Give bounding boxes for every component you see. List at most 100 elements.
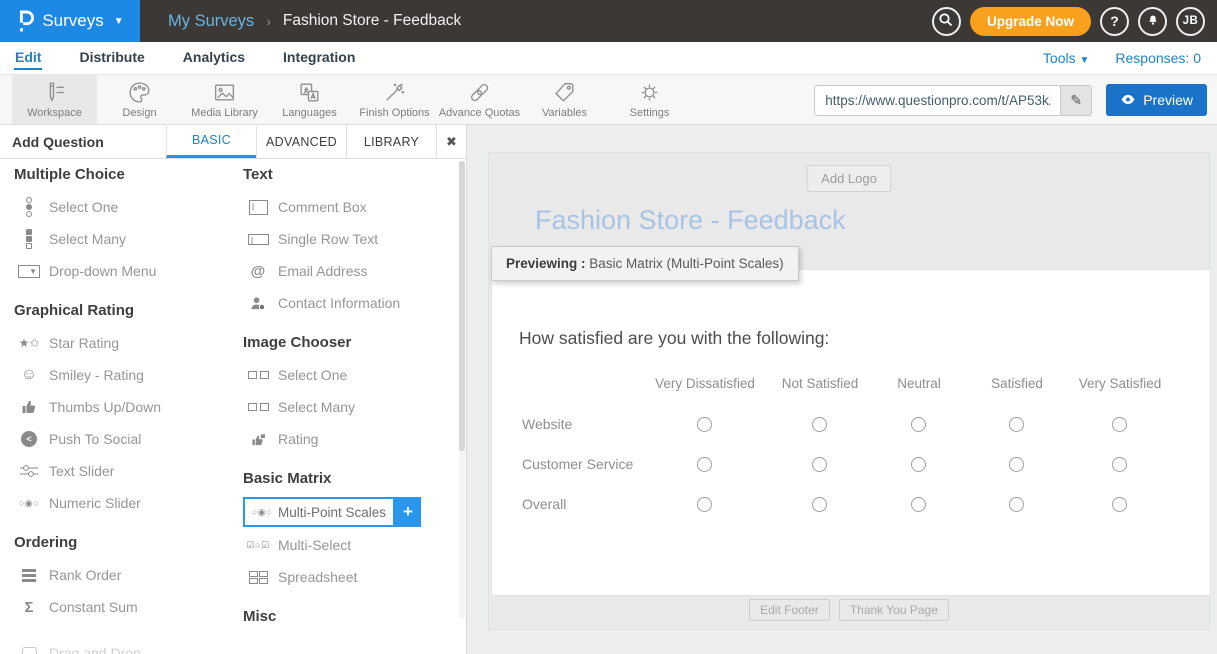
panel-tab-basic[interactable]: BASIC xyxy=(166,125,256,158)
question-type-star-rating[interactable]: ★✩Star Rating xyxy=(14,327,229,359)
matrix-radio-customer-service-neutral[interactable] xyxy=(911,457,926,472)
survey-nav: Edit Distribute Analytics Integration Tools… xyxy=(0,42,1217,75)
question-type-select-one[interactable]: Select One xyxy=(243,359,458,391)
notifications-button[interactable] xyxy=(1138,7,1167,36)
question-type-push-to-social[interactable]: <Push To Social xyxy=(14,423,229,455)
question-type-label: Multi-Select xyxy=(278,537,351,553)
matrix-radio-customer-service-very-dissatisfied[interactable] xyxy=(697,457,712,472)
close-panel-button[interactable]: ✖ xyxy=(436,125,466,158)
add-question-plus-button[interactable]: + xyxy=(395,497,421,527)
matrix-radio-overall-not-satisfied[interactable] xyxy=(812,497,827,512)
toolbar-item-languages[interactable]: Languages xyxy=(267,75,352,124)
matrix-radio-website-very-dissatisfied[interactable] xyxy=(697,417,712,432)
question-type-single-row-text[interactable]: ISingle Row Text xyxy=(243,223,458,255)
question-type-drag-and-drop[interactable]: Drag and Drop xyxy=(14,637,229,654)
help-button[interactable]: ? xyxy=(1100,7,1129,36)
question-type-email-address[interactable]: @Email Address xyxy=(243,255,458,287)
breadcrumb: My Surveys › Fashion Store - Feedback xyxy=(168,12,461,31)
comment-icon: I xyxy=(243,200,273,215)
nav-right: Tools ▼ Responses: 0 xyxy=(1043,50,1201,66)
tools-menu[interactable]: Tools ▼ xyxy=(1043,50,1089,66)
question-type-multi-point-scales-selected[interactable]: ○◉○Multi-Point Scales+ xyxy=(243,495,458,529)
question-type-label: Rank Order xyxy=(49,567,121,583)
toolbar-item-variables[interactable]: Variables xyxy=(522,75,607,124)
responses-count[interactable]: Responses: 0 xyxy=(1115,50,1201,66)
question-type-select-many[interactable]: Select Many xyxy=(243,391,458,423)
question-type-label: Push To Social xyxy=(49,431,141,447)
palette-icon xyxy=(127,81,152,105)
matrix-radio-overall-satisfied[interactable] xyxy=(1009,497,1024,512)
question-type-rating[interactable]: Rating xyxy=(243,423,458,455)
matrix-radio-website-neutral[interactable] xyxy=(911,417,926,432)
panel-tab-advanced[interactable]: ADVANCED xyxy=(256,125,346,158)
preview-button[interactable]: Preview xyxy=(1106,84,1207,116)
add-logo-button[interactable]: Add Logo xyxy=(807,165,891,192)
toolbar-item-workspace[interactable]: Workspace xyxy=(12,75,97,124)
toolbar-item-finish-options[interactable]: Finish Options xyxy=(352,75,437,124)
question-type-select-one[interactable]: Select One xyxy=(14,191,229,223)
matrix-radio-website-very-satisfied[interactable] xyxy=(1112,417,1127,432)
matrix-radio-website-not-satisfied[interactable] xyxy=(812,417,827,432)
matrix-radio-overall-neutral[interactable] xyxy=(911,497,926,512)
singlerow-icon: I xyxy=(243,234,273,245)
matrix-radio-website-satisfied[interactable] xyxy=(1009,417,1024,432)
breadcrumb-my-surveys[interactable]: My Surveys xyxy=(168,12,254,31)
section-title: Basic Matrix xyxy=(243,469,458,489)
question-type-smiley-rating[interactable]: ☺Smiley - Rating xyxy=(14,359,229,391)
sigma-icon: Σ xyxy=(14,600,44,615)
multipoint-icon: ○◉○ xyxy=(249,508,275,517)
question-type-numeric-slider[interactable]: ○◉○Numeric Slider xyxy=(14,487,229,519)
scrollbar-thumb[interactable] xyxy=(459,161,465,451)
toolbar-item-media-library[interactable]: Media Library xyxy=(182,75,267,124)
toolbar-item-advance-quotas[interactable]: Advance Quotas xyxy=(437,75,522,124)
question-type-constant-sum[interactable]: ΣConstant Sum xyxy=(14,591,229,623)
imgrate-icon xyxy=(243,432,273,447)
multiselect-icon: ☑○☑ xyxy=(243,541,273,550)
questionpro-logo-icon xyxy=(16,8,34,34)
question-type-label: Select One xyxy=(278,367,347,383)
question-preview-box: How satisfied are you with the following… xyxy=(491,269,1211,596)
question-type-thumbs-up-down[interactable]: Thumbs Up/Down xyxy=(14,391,229,423)
person-icon xyxy=(243,296,273,311)
search-button[interactable] xyxy=(932,7,961,36)
question-type-contact-information[interactable]: Contact Information xyxy=(243,287,458,319)
nav-tab-analytics[interactable]: Analytics xyxy=(182,46,246,68)
nav-tab-distribute[interactable]: Distribute xyxy=(78,46,145,68)
matrix-question-text: How satisfied are you with the following… xyxy=(519,328,829,349)
matrix-radio-customer-service-satisfied[interactable] xyxy=(1009,457,1024,472)
stars-icon: ★✩ xyxy=(14,337,44,349)
toolbar-item-settings[interactable]: Settings xyxy=(607,75,692,124)
matrix-radio-overall-very-satisfied[interactable] xyxy=(1112,497,1127,512)
product-switcher[interactable]: Surveys ▼ xyxy=(0,0,140,42)
toolbar-item-label: Settings xyxy=(630,107,670,119)
question-type-text-slider[interactable]: Text Slider xyxy=(14,455,229,487)
search-icon xyxy=(938,12,954,31)
card-footer: Edit Footer Thank You Page xyxy=(489,599,1209,621)
thank-you-page-button[interactable]: Thank You Page xyxy=(839,599,949,621)
survey-url-input[interactable] xyxy=(815,86,1060,115)
slider-icon xyxy=(14,464,44,478)
question-type-comment-box[interactable]: IComment Box xyxy=(243,191,458,223)
user-avatar[interactable]: JB xyxy=(1176,7,1205,36)
matrix-radio-customer-service-very-satisfied[interactable] xyxy=(1112,457,1127,472)
toolbar-item-label: Languages xyxy=(282,107,336,119)
panel-scrollbar[interactable] xyxy=(459,161,465,618)
question-type-label: Smiley - Rating xyxy=(49,367,144,383)
edit-footer-button[interactable]: Edit Footer xyxy=(749,599,830,621)
edit-url-button[interactable]: ✎ xyxy=(1060,86,1091,115)
question-type-multi-select[interactable]: ☑○☑ Multi-Select xyxy=(243,529,458,561)
section-image-chooser: Image ChooserSelect OneSelect ManyRating xyxy=(243,333,458,455)
question-type-spreadsheet[interactable]: Spreadsheet xyxy=(243,561,458,593)
toolbar-item-design[interactable]: Design xyxy=(97,75,182,124)
question-type-rank-order[interactable]: Rank Order xyxy=(14,559,229,591)
survey-title[interactable]: Fashion Store - Feedback xyxy=(535,205,846,236)
question-type-drop-down-menu[interactable]: ▼Drop-down Menu xyxy=(14,255,229,287)
sheet-icon xyxy=(243,571,273,584)
matrix-radio-overall-very-dissatisfied[interactable] xyxy=(697,497,712,512)
nav-tab-edit[interactable]: Edit xyxy=(14,46,42,70)
upgrade-now-button[interactable]: Upgrade Now xyxy=(970,7,1091,36)
matrix-radio-customer-service-not-satisfied[interactable] xyxy=(812,457,827,472)
panel-tab-library[interactable]: LIBRARY xyxy=(346,125,436,158)
nav-tab-integration[interactable]: Integration xyxy=(282,46,356,68)
question-type-select-many[interactable]: Select Many xyxy=(14,223,229,255)
